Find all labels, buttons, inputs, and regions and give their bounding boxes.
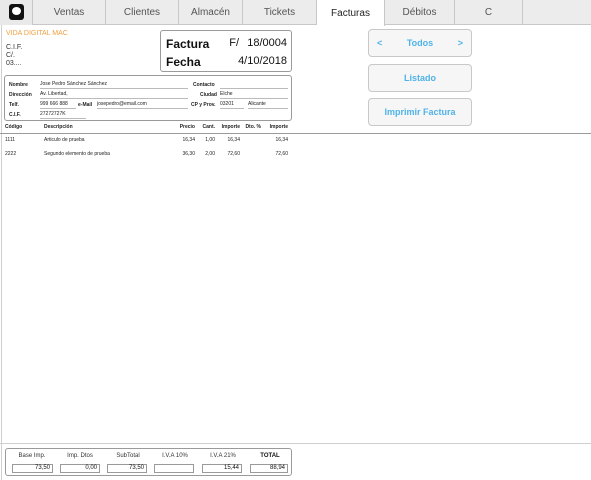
invoice-window: Ventas Clientes Almacén Tickets Facturas… [0,0,591,480]
previous-button[interactable]: < [377,38,382,48]
cell-importe: 72,60 [227,151,240,157]
company-postcode: 03.... [6,60,22,67]
direccion-label: Dirección [9,92,32,98]
table-row[interactable]: 2222 Segundo elemento de prueba 36,30 2,… [0,151,591,161]
telf-field[interactable]: 999 666 888 [40,101,76,109]
cell-precio: 16,34 [182,137,195,143]
tab-almacen[interactable]: Almacén [179,0,243,25]
cif-label: C.I.F. [9,112,21,118]
cell-importe-total: 72,60 [275,151,288,157]
col-dto: Dto. % [245,124,261,130]
contacto-field[interactable] [220,81,288,89]
ciudad-label: Ciudad [200,92,217,98]
iva21-value: 15,44 [202,464,242,473]
tab-facturas[interactable]: Facturas [317,0,385,26]
col-codigo: Código [5,124,23,130]
nombre-label: Nombre [9,82,28,88]
total-label: TOTAL [260,453,280,459]
cell-importe: 16,34 [227,137,240,143]
tab-bar: Ventas Clientes Almacén Tickets Facturas… [0,0,591,26]
ciudad-field[interactable]: Elche [220,91,288,99]
telf-label: Telf. [9,102,19,108]
tab-debitos[interactable]: Débitos [385,0,455,25]
cell-cant: 2,00 [205,151,215,157]
tab-clientes[interactable]: Clientes [106,0,179,25]
iva10-value [154,464,194,473]
email-label: e-Mail [78,102,93,108]
fecha-label: Fecha [166,55,201,69]
iva10-label: I.V.A 10% [162,453,188,459]
cell-descripcion: Articulo de prueba [44,137,85,143]
factura-label: Factura [166,37,210,51]
cell-importe-total: 16,34 [275,137,288,143]
todos-navigator[interactable]: < Todos > [368,29,472,57]
invoice-header-box: Factura F/ 18/0004 Fecha 4/10/2018 [160,30,292,72]
subtotal-value: 73,50 [107,464,147,473]
table-row[interactable]: 1111 Articulo de prueba 16,34 1,00 16,34… [0,137,591,147]
total-value: 88,94 [250,464,288,473]
totals-box: Base Imp. 73,50 Imp. Dtos 0,00 SubTotal … [5,448,292,476]
col-precio: Precio [179,124,195,130]
cell-codigo: 1111 [5,137,16,143]
next-button[interactable]: > [458,38,463,48]
fecha-value[interactable]: 4/10/2018 [238,55,287,67]
provincia-field[interactable]: Alicante [248,101,288,109]
iva21-label: I.V.A 21% [210,453,236,459]
tab-tickets[interactable]: Tickets [243,0,317,25]
app-logo[interactable] [0,0,33,25]
tab-ventas[interactable]: Ventas [33,0,106,25]
listado-button[interactable]: Listado [368,64,472,92]
col-importe-total: Importe [269,124,288,130]
company-cif: C.I.F. [6,44,23,51]
cp-label: CP y Prov. [191,102,216,108]
frame-border [1,25,2,480]
base-value: 73,50 [12,464,53,473]
base-label: Base Imp. [18,453,46,459]
nombre-field[interactable]: Jose Pedro Sánchez Sánchez [40,81,188,89]
col-importe: Importe [221,124,240,130]
col-cant: Cant. [202,124,216,130]
subtotal-label: SubTotal [116,453,140,459]
totals-divider [0,443,591,444]
factura-number[interactable]: 18/0004 [247,37,287,49]
company-address: C/. [6,52,15,59]
customer-box: Nombre Jose Pedro Sánchez Sánchez Contac… [4,75,292,121]
todos-button[interactable]: Todos [407,38,433,48]
tab-c[interactable]: C [455,0,523,25]
factura-prefix: F/ [229,37,239,49]
dtos-label: Imp. Dtos [67,453,93,459]
dtos-value: 0,00 [60,464,100,473]
contacto-label: Contacto [193,82,215,88]
cell-cant: 1,00 [205,137,215,143]
email-field[interactable]: josepedro@email.com [97,101,188,109]
cell-precio: 36,30 [182,151,195,157]
cp-field[interactable]: 03201 [220,101,244,109]
company-name: VIDA DIGITAL MAC [6,30,68,37]
direccion-field[interactable]: Av. Libertad, [40,91,188,99]
cell-descripcion: Segundo elemento de prueba [44,151,110,157]
cif-field[interactable]: 27272727K [40,111,86,119]
col-descripcion: Descripción [44,124,73,130]
imprimir-factura-button[interactable]: Imprimir Factura [368,98,472,126]
logo-icon [9,4,24,20]
lines-header: Código Descripción Precio Cant. Importe … [0,124,591,134]
cell-codigo: 2222 [5,151,17,157]
